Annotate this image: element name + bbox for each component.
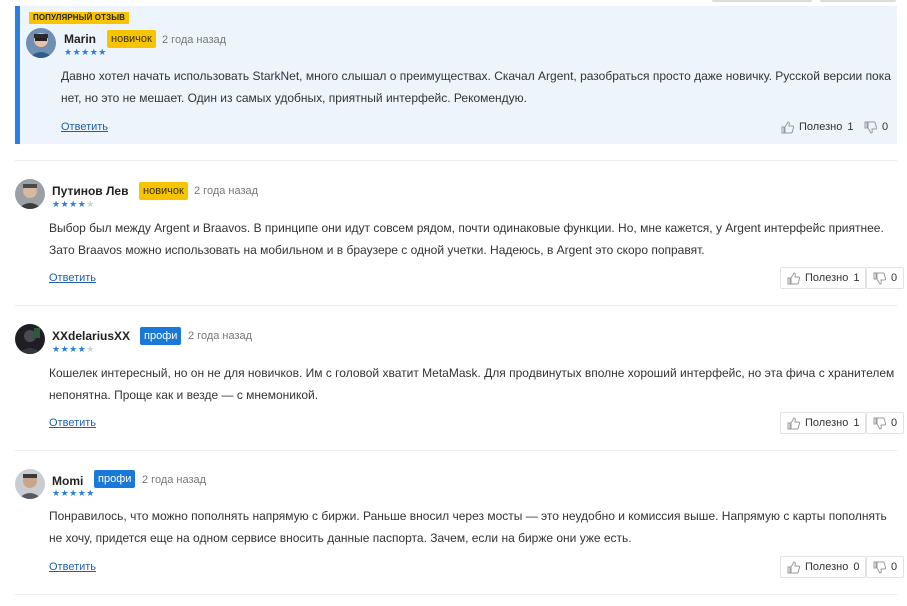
level-badge: новичок	[139, 182, 188, 200]
review-time: 2 года назад	[162, 34, 227, 46]
reply-link[interactable]: Ответить	[49, 417, 96, 429]
review-card: Путинов Лев новичок 2 года назад ★★★★★ В…	[15, 160, 905, 305]
unhelpful-button[interactable]: 0	[866, 267, 905, 289]
thumbs-up-icon	[781, 120, 794, 133]
rating-stars: ★★★★★	[52, 488, 95, 498]
review-author[interactable]: XXdelariusXX	[52, 329, 130, 343]
unhelpful-count: 0	[891, 417, 898, 429]
reply-link[interactable]: Ответить	[49, 561, 96, 573]
helpful-button[interactable]: Полезно 0	[780, 556, 867, 578]
divider	[15, 594, 897, 595]
thumbs-up-icon	[787, 416, 800, 429]
helpful-label: Полезно	[799, 121, 843, 133]
unhelpful-button[interactable]: 0	[858, 116, 894, 138]
rating-stars: ★★★★★	[52, 344, 95, 354]
avatar[interactable]	[15, 179, 45, 209]
review-text: Кошелек интересный, но он не для новичко…	[49, 366, 895, 402]
avatar[interactable]	[15, 324, 45, 354]
helpful-count: 1	[853, 417, 860, 429]
thumbs-up-icon	[787, 560, 800, 573]
helpful-label: Полезно	[805, 561, 849, 573]
reply-link[interactable]: Ответить	[49, 272, 96, 284]
helpful-label: Полезно	[805, 417, 849, 429]
unhelpful-count: 0	[882, 121, 889, 133]
popular-review-badge: ПОПУЛЯРНЫЙ ОТЗЫВ	[29, 12, 130, 24]
thumbs-down-icon	[873, 272, 886, 285]
level-badge: профи	[140, 327, 182, 345]
review-time: 2 года назад	[188, 330, 253, 342]
helpful-count: 1	[847, 121, 854, 133]
reply-link[interactable]: Ответить	[61, 121, 108, 133]
review-text: Понравилось, что можно пополнять напряму…	[49, 509, 887, 545]
review-text: Давно хотел начать использовать StarkNet…	[61, 69, 891, 105]
thumbs-down-icon	[873, 417, 886, 430]
review-text: Выбор был между Argent и Braavos. В прин…	[49, 221, 884, 257]
unhelpful-count: 0	[891, 272, 898, 284]
review-author[interactable]: Momi	[52, 474, 83, 488]
level-badge: новичок	[107, 30, 156, 48]
avatar[interactable]	[26, 28, 56, 58]
review-card: Momi профи 2 года назад ★★★★★ Понравилос…	[15, 450, 905, 595]
featured-review: ПОПУЛЯРНЫЙ ОТЗЫВ Marin новичок 2 года на…	[15, 6, 897, 144]
review-author[interactable]: Marin	[64, 32, 96, 46]
helpful-count: 1	[853, 272, 860, 284]
thumbs-up-icon	[787, 271, 800, 284]
helpful-button[interactable]: Полезно 1	[775, 116, 859, 138]
review-author[interactable]: Путинов Лев	[52, 184, 128, 198]
top-edge-fragment	[712, 0, 812, 2]
helpful-count: 0	[853, 561, 860, 573]
helpful-button[interactable]: Полезно 1	[780, 267, 867, 289]
helpful-button[interactable]: Полезно 1	[780, 412, 867, 434]
review-card: XXdelariusXX профи 2 года назад ★★★★★ Ко…	[15, 305, 905, 450]
unhelpful-count: 0	[891, 561, 898, 573]
top-edge-fragment	[820, 0, 896, 2]
rating-stars: ★★★★★	[64, 47, 107, 57]
thumbs-down-icon	[873, 561, 886, 574]
review-time: 2 года назад	[194, 185, 259, 197]
avatar[interactable]	[15, 469, 45, 499]
level-badge: профи	[94, 470, 136, 488]
review-time: 2 года назад	[142, 474, 207, 486]
thumbs-down-icon	[864, 121, 877, 134]
rating-stars: ★★★★★	[52, 199, 95, 209]
helpful-label: Полезно	[805, 272, 849, 284]
unhelpful-button[interactable]: 0	[866, 556, 905, 578]
unhelpful-button[interactable]: 0	[866, 412, 905, 434]
